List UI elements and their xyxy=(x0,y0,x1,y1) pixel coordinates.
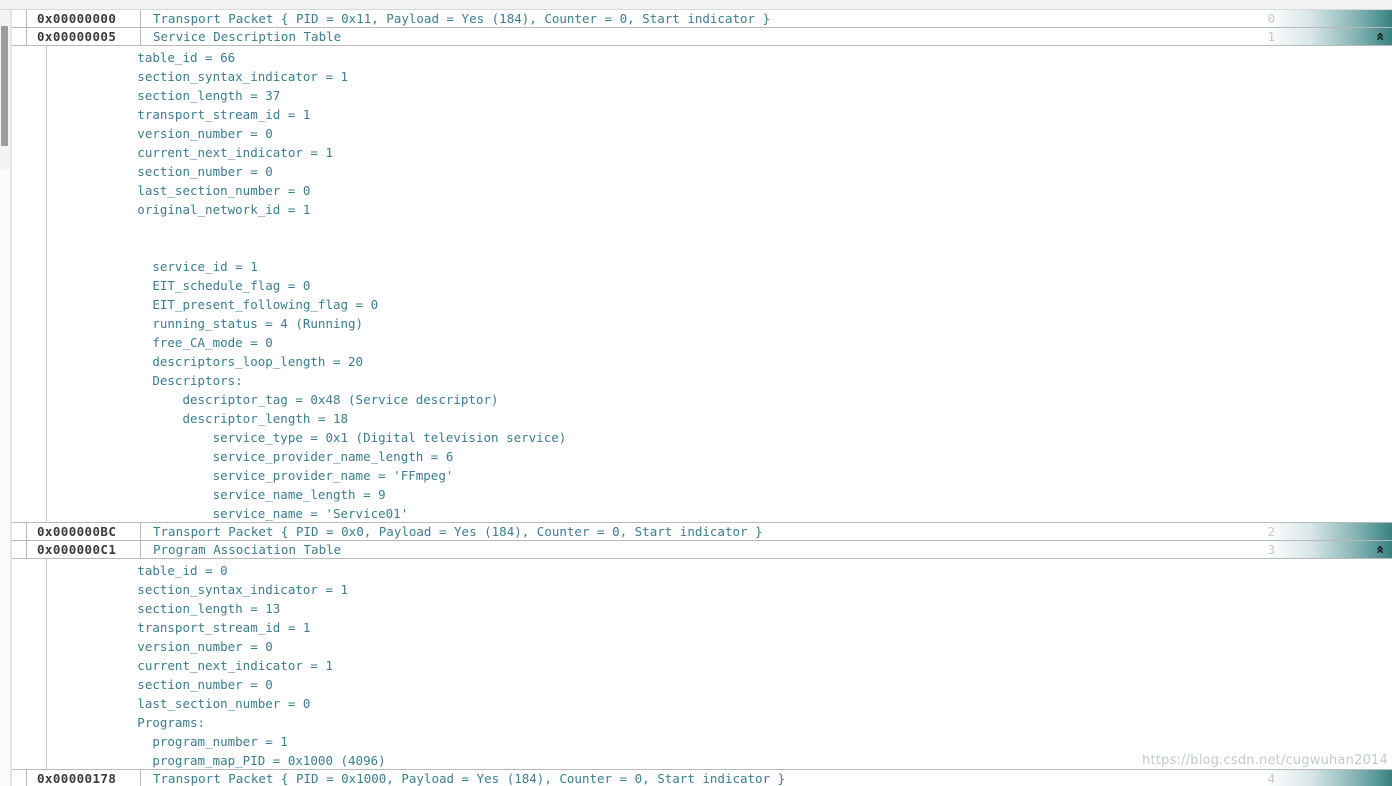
detail-line[interactable]: original_network_id = 1 xyxy=(47,200,1392,219)
detail-line[interactable]: descriptor_tag = 0x48 (Service descripto… xyxy=(47,390,1392,409)
packet-description: Transport Packet { PID = 0x0, Payload = … xyxy=(153,524,763,539)
packet-detail-block: table_id = 66 section_syntax_indicator =… xyxy=(46,46,1392,523)
detail-line[interactable]: EIT_schedule_flag = 0 xyxy=(47,276,1392,295)
packet-header-row[interactable]: 0x00000005 Service Description Table 1 « xyxy=(12,27,1392,46)
detail-line[interactable]: Programs: xyxy=(47,713,1392,732)
row-number: 2 xyxy=(1267,524,1275,539)
detail-line[interactable]: running_status = 4 (Running) xyxy=(47,314,1392,333)
row-gutter xyxy=(1257,523,1392,540)
scrollbar-track[interactable] xyxy=(0,170,10,786)
detail-line[interactable]: section_number = 0 xyxy=(47,162,1392,181)
detail-line[interactable]: service_id = 1 xyxy=(47,257,1392,276)
detail-line[interactable]: section_length = 37 xyxy=(47,86,1392,105)
detail-line-blank[interactable] xyxy=(47,219,1392,238)
packet-address: 0x000000C1 xyxy=(26,541,141,558)
packet-description: Service Description Table xyxy=(153,29,342,44)
detail-line[interactable]: current_next_indicator = 1 xyxy=(47,656,1392,675)
collapse-chevron-up-icon[interactable]: « xyxy=(1371,545,1388,554)
detail-line[interactable]: version_number = 0 xyxy=(47,124,1392,143)
packet-description: Program Association Table xyxy=(153,542,342,557)
detail-line[interactable]: section_length = 13 xyxy=(47,599,1392,618)
detail-line[interactable]: transport_stream_id = 1 xyxy=(47,618,1392,637)
row-number: 4 xyxy=(1267,771,1275,786)
packet-header-row[interactable]: 0x000000BC Transport Packet { PID = 0x0, … xyxy=(12,522,1392,541)
row-number: 1 xyxy=(1267,29,1275,44)
detail-line[interactable]: section_number = 0 xyxy=(47,675,1392,694)
row-gutter xyxy=(1257,10,1392,27)
row-number: 0 xyxy=(1267,11,1275,26)
collapse-chevron-up-icon[interactable]: « xyxy=(1371,32,1388,41)
detail-line[interactable]: table_id = 0 xyxy=(47,561,1392,580)
packet-address: 0x000000BC xyxy=(26,523,141,540)
packet-header-row[interactable]: 0x000000C1 Program Association Table 3 « xyxy=(12,540,1392,559)
detail-line[interactable]: service_provider_name = 'FFmpeg' xyxy=(47,466,1392,485)
packet-address: 0x00000000 xyxy=(26,10,141,27)
packet-group: 0x000000BC Transport Packet { PID = 0x0, … xyxy=(12,522,1392,770)
detail-line[interactable]: descriptor_length = 18 xyxy=(47,409,1392,428)
detail-line-blank[interactable] xyxy=(47,238,1392,257)
detail-line[interactable]: Descriptors: xyxy=(47,371,1392,390)
packet-detail-block: table_id = 0 section_syntax_indicator = … xyxy=(46,559,1392,770)
detail-line[interactable]: program_map_PID = 0x1000 (4096) xyxy=(47,751,1392,770)
detail-line[interactable]: transport_stream_id = 1 xyxy=(47,105,1392,124)
packet-group: 0x00000000 Transport Packet { PID = 0x11,… xyxy=(12,10,1392,523)
packet-header-row[interactable]: 0x00000178 Transport Packet { PID = 0x100… xyxy=(12,769,1392,786)
detail-line[interactable]: section_syntax_indicator = 1 xyxy=(47,67,1392,86)
detail-line[interactable]: service_name = 'Service01' xyxy=(47,504,1392,523)
detail-line[interactable]: last_section_number = 0 xyxy=(47,694,1392,713)
detail-line[interactable]: service_type = 0x1 (Digital television s… xyxy=(47,428,1392,447)
packet-address: 0x00000178 xyxy=(26,770,141,786)
detail-line[interactable]: table_id = 66 xyxy=(47,48,1392,67)
detail-line[interactable]: service_provider_name_length = 6 xyxy=(47,447,1392,466)
vertical-scrollbar[interactable] xyxy=(0,10,11,786)
row-gutter xyxy=(1257,770,1392,786)
detail-line[interactable]: service_name_length = 9 xyxy=(47,485,1392,504)
detail-line[interactable]: section_syntax_indicator = 1 xyxy=(47,580,1392,599)
packet-address: 0x00000005 xyxy=(26,28,141,45)
detail-line[interactable]: EIT_present_following_flag = 0 xyxy=(47,295,1392,314)
row-number: 3 xyxy=(1267,542,1275,557)
detail-line[interactable]: last_section_number = 0 xyxy=(47,181,1392,200)
scrollbar-thumb[interactable] xyxy=(1,26,8,146)
window-top-strip xyxy=(0,0,1392,10)
packet-description: Transport Packet { PID = 0x11, Payload =… xyxy=(153,11,771,26)
packet-description: Transport Packet { PID = 0x1000, Payload… xyxy=(153,771,786,786)
analyzer-window: 0x00000000 Transport Packet { PID = 0x11,… xyxy=(0,0,1392,786)
packet-group: 0x00000178 Transport Packet { PID = 0x100… xyxy=(12,769,1392,786)
packet-groups: 0x00000000 Transport Packet { PID = 0x11,… xyxy=(12,10,1392,786)
detail-line[interactable]: free_CA_mode = 0 xyxy=(47,333,1392,352)
packet-header-row[interactable]: 0x00000000 Transport Packet { PID = 0x11,… xyxy=(12,10,1392,28)
detail-line[interactable]: version_number = 0 xyxy=(47,637,1392,656)
detail-line[interactable]: current_next_indicator = 1 xyxy=(47,143,1392,162)
detail-line[interactable]: program_number = 1 xyxy=(47,732,1392,751)
packet-tree-view: 0x00000000 Transport Packet { PID = 0x11,… xyxy=(11,10,1392,786)
detail-line[interactable]: descriptors_loop_length = 20 xyxy=(47,352,1392,371)
